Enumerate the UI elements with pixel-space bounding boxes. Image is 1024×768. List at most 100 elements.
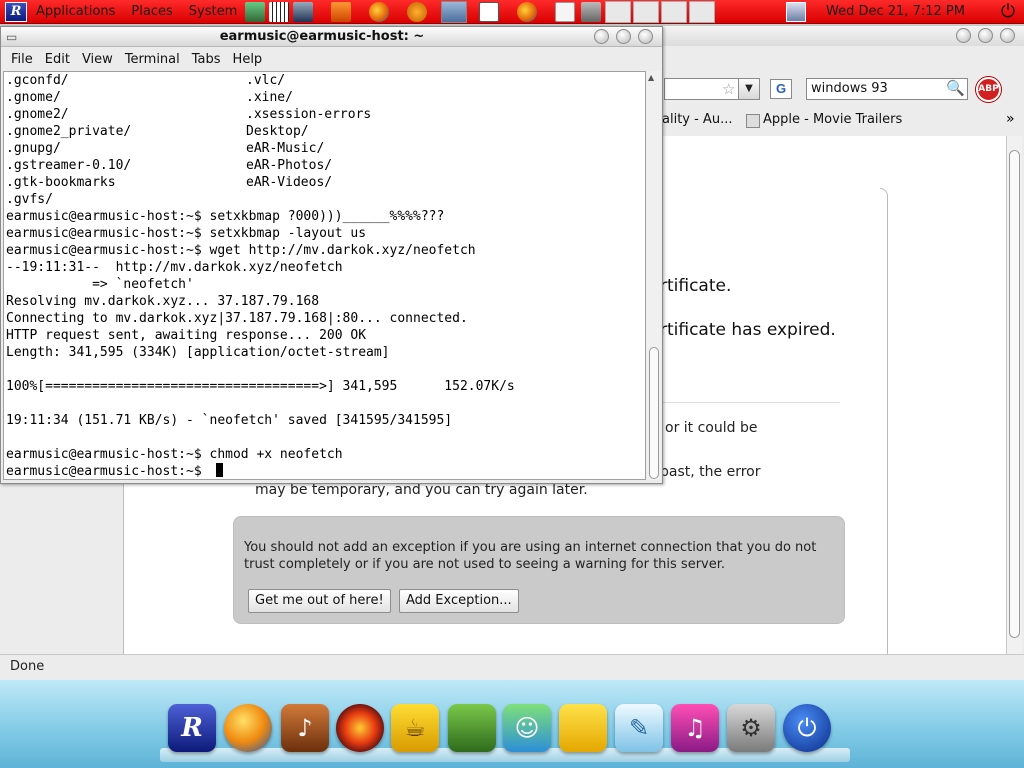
error-detail-fragment-1: or it could be	[665, 420, 758, 436]
add-exception-button[interactable]: Add Exception...	[399, 589, 519, 613]
terminal-menu-terminal[interactable]: Terminal	[125, 52, 180, 67]
terminal-menu-view[interactable]: View	[82, 52, 113, 67]
terminal-prompt: earmusic@earmusic-host:~$	[6, 464, 210, 479]
error-title-fragment: rtificate.	[660, 276, 732, 296]
dock-image-editor-icon[interactable]	[448, 704, 496, 752]
dock-burner-icon[interactable]	[336, 704, 384, 752]
terminal-window: ▭ earmusic@earmusic-host: ~ File Edit Vi…	[0, 26, 663, 484]
piano-launcher-icon[interactable]	[269, 1, 290, 22]
browser-scrollbar[interactable]	[1006, 136, 1022, 654]
menu-applications[interactable]: Applications	[36, 4, 115, 19]
listing-right: eAR-Photos/	[246, 158, 333, 173]
terminal-menubar: File Edit View Terminal Tabs Help	[1, 48, 662, 70]
terminal-scrollbar-thumb[interactable]	[649, 347, 659, 479]
listing-right: eAR-Music/	[246, 141, 325, 156]
dock-music-icon[interactable]: ♫	[671, 704, 719, 752]
terminal-line: Length: 341,595 (334K) [application/octe…	[6, 345, 390, 360]
firefox-launcher-icon[interactable]	[369, 1, 390, 22]
error-detail-fragment-3: may be temporary, and you can try again …	[255, 482, 588, 498]
top-panel: R Applications Places System Wed Dec 21,…	[0, 0, 1024, 24]
bookmark-item-reality[interactable]: eality - Au...	[654, 112, 732, 127]
terminal-menu-edit[interactable]: Edit	[45, 52, 70, 67]
trash-launcher-icon[interactable]	[581, 1, 602, 22]
terminal-titlebar[interactable]: ▭ earmusic@earmusic-host: ~	[1, 27, 662, 47]
error-reason-fragment: rtificate has expired.	[660, 320, 836, 340]
browser-scrollbar-thumb[interactable]	[1009, 150, 1020, 638]
listing-left: .gvfs/	[6, 192, 53, 207]
terminal-line: Resolving mv.darkok.xyz... 37.187.79.168	[6, 294, 320, 309]
dock-settings-icon[interactable]: ⚙	[727, 704, 775, 752]
terminal-line: earmusic@earmusic-host:~$ setxkbmap -lay…	[6, 226, 367, 241]
photo-launcher-icon[interactable]	[293, 1, 314, 22]
headphones-launcher-icon[interactable]	[407, 1, 428, 22]
browser-close-button[interactable]	[1000, 28, 1015, 43]
search-engine-icon[interactable]: G	[770, 79, 792, 99]
firefox-task-icon[interactable]	[517, 1, 538, 22]
dock-guitar-icon[interactable]: ♪	[281, 704, 329, 752]
terminal-minimize-button[interactable]	[594, 29, 609, 44]
terminal-line: earmusic@earmusic-host:~$ wget http://mv…	[6, 243, 476, 258]
exception-warning-box: You should not add an exception if you a…	[233, 516, 845, 624]
error-panel-border	[880, 188, 888, 654]
exception-warning-text: You should not add an exception if you a…	[244, 540, 817, 572]
terminal-menu-file[interactable]: File	[11, 52, 33, 67]
dock-coffee-icon[interactable]: ☕	[391, 704, 439, 752]
menu-places[interactable]: Places	[131, 4, 172, 19]
listing-left: .gnome2_private/	[6, 124, 132, 139]
listing-right: .vlc/	[246, 73, 286, 88]
terminal-cursor	[215, 463, 223, 477]
url-dropdown-button[interactable]: ▼	[738, 78, 760, 100]
listing-left: .gnupg/	[6, 141, 61, 156]
power-icon[interactable]: ⏻	[998, 2, 1018, 22]
task-slot-1[interactable]	[605, 0, 632, 23]
terminal-title: earmusic@earmusic-host: ~	[219, 29, 425, 44]
network-icon[interactable]	[786, 2, 806, 22]
task-terminal[interactable]	[441, 0, 468, 23]
editor-launcher-icon[interactable]	[331, 1, 352, 22]
terminal-scrollbar[interactable]: ▲	[647, 71, 661, 480]
listing-right: eAR-Videos/	[246, 175, 333, 190]
task-slot-3[interactable]	[661, 0, 688, 23]
dock-firefox-icon[interactable]	[224, 704, 272, 752]
calendar-launcher-icon[interactable]	[245, 1, 266, 22]
terminal-line: 100%[===================================…	[6, 379, 515, 394]
note-launcher-icon[interactable]	[555, 1, 576, 22]
terminal-line: HTTP request sent, awaiting response... …	[6, 328, 367, 343]
search-input[interactable]: windows 93	[806, 78, 968, 100]
terminal-line: earmusic@earmusic-host:~$ chmod +x neofe…	[6, 447, 343, 462]
bookmark-star-icon[interactable]: ☆	[722, 80, 735, 98]
window-launcher-icon[interactable]	[479, 1, 500, 22]
listing-left: .gtk-bookmarks	[6, 175, 116, 190]
task-slot-4[interactable]	[689, 0, 716, 23]
dock-app-menu-icon[interactable]: R	[168, 704, 216, 752]
terminal-menu-help[interactable]: Help	[233, 52, 263, 67]
terminal-line: 19:11:34 (151.71 KB/s) - `neofetch' save…	[6, 413, 453, 428]
menu-system[interactable]: System	[189, 4, 237, 19]
dock-office-icon[interactable]	[559, 704, 607, 752]
task-slot-2[interactable]	[633, 0, 660, 23]
search-icon[interactable]: 🔍	[946, 79, 965, 97]
dock-messenger-icon[interactable]: ☺	[503, 704, 551, 752]
listing-left: .gstreamer-0.10/	[6, 158, 132, 173]
main-menu-logo-icon[interactable]: R	[5, 1, 27, 22]
adblock-icon[interactable]: ABP	[976, 77, 1001, 102]
browser-minimize-button[interactable]	[956, 28, 971, 43]
browser-maximize-button[interactable]	[978, 28, 993, 43]
dock-power-icon[interactable]: ⏻	[783, 704, 831, 752]
bookmarks-overflow-icon[interactable]: »	[1006, 111, 1015, 127]
listing-left: .gconfd/	[6, 73, 69, 88]
error-detail-fragment-2: past, the error	[660, 464, 761, 480]
listing-right: Desktop/	[246, 124, 309, 139]
bookmark-item-apple-trailers[interactable]: Apple - Movie Trailers	[763, 112, 902, 127]
terminal-maximize-button[interactable]	[616, 29, 631, 44]
get-me-out-button[interactable]: Get me out of here!	[248, 589, 391, 613]
terminal-line: => `neofetch'	[6, 277, 194, 292]
listing-left: .gnome2/	[6, 107, 69, 122]
terminal-menu-tabs[interactable]: Tabs	[192, 52, 221, 67]
terminal-line: earmusic@earmusic-host:~$ setxkbmap ?000…	[6, 209, 445, 224]
scroll-up-icon[interactable]: ▲	[648, 73, 654, 82]
dock-drawing-icon[interactable]: ✎	[615, 704, 663, 752]
terminal-output[interactable]: .gconfd/ .gnome/ .gnome2/ .gnome2_privat…	[3, 71, 646, 480]
clock[interactable]: Wed Dec 21, 7:12 PM	[826, 4, 965, 19]
terminal-close-button[interactable]	[638, 29, 653, 44]
